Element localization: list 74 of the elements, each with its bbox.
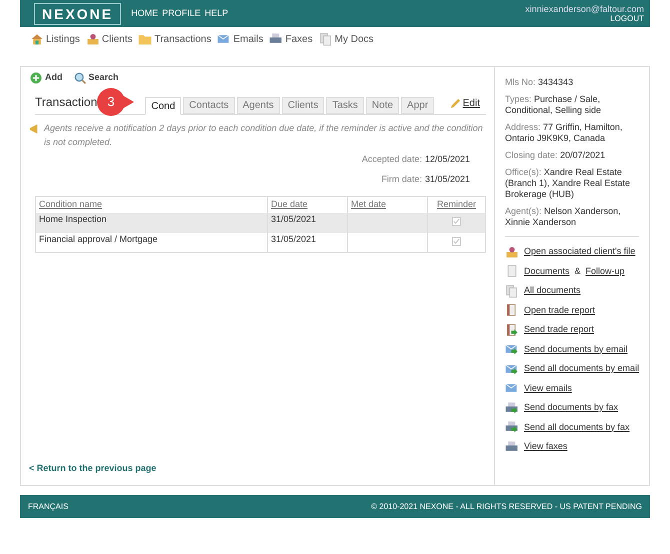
detail-text: Types: Purchase / Sale, Conditional, Selling side <box>505 94 602 116</box>
printer-icon <box>505 440 519 454</box>
megaphone-icon <box>29 124 40 134</box>
printer-arrow-icon <box>505 420 519 434</box>
detail-text: Mls No: 3434343 <box>505 77 574 88</box>
callout-pointer-icon <box>122 95 134 109</box>
menu-link[interactable]: PROFILE <box>162 6 201 20</box>
action-link[interactable]: Follow-up <box>586 264 625 278</box>
tab[interactable]: Appr <box>401 97 434 114</box>
person-icon <box>86 32 100 46</box>
house-icon <box>30 32 44 46</box>
action-link[interactable]: Send documents by fax <box>524 401 618 414</box>
tab[interactable]: Contacts <box>183 97 235 114</box>
tab[interactable]: Agents <box>236 97 280 114</box>
date-value: 31/05/2021 <box>424 172 470 186</box>
detail-text: Agent(s): Nelson Xanderson, Xinnie Xanderson <box>505 206 622 228</box>
nav-link[interactable]: Listings <box>30 32 80 46</box>
printer-icon <box>269 32 284 46</box>
nav-link[interactable]: Transactions <box>138 32 212 46</box>
notice-text: Agents receive a notification 2 days prior to each condition due date, if the reminder is active and the condition is not completed. <box>44 122 484 149</box>
user-email: xinniexanderson@faltour.com <box>525 4 644 14</box>
action-link[interactable]: Send documents by email <box>524 342 628 356</box>
section-title: Transaction <box>35 94 98 111</box>
action-link[interactable]: Send all documents by email <box>524 362 640 376</box>
documents-icon <box>505 284 519 298</box>
action-link[interactable]: Documents <box>524 264 570 278</box>
copyright-text: © 2010-2021 NEXONE - ALL RIGHTS RESERVED - US PATENT PENDING <box>371 500 642 512</box>
table-row[interactable]: Financial approval / Mortgage 31/05/2021 <box>36 232 486 252</box>
action-link[interactable]: Open associated client's file <box>524 245 636 258</box>
joiner-text: & <box>574 264 581 278</box>
person-icon <box>505 244 519 259</box>
nav-link[interactable]: My Docs <box>318 32 374 46</box>
search-icon <box>72 71 86 85</box>
tab[interactable]: Cond <box>145 97 182 115</box>
logo[interactable]: NEXONE <box>34 2 122 24</box>
pencil-icon <box>450 98 461 109</box>
table-cell: Financial approval / Mortgage <box>36 232 268 252</box>
date-label: Accepted date: <box>362 153 422 166</box>
detail-text: Closing date: 20/07/2021 <box>505 150 606 161</box>
nav-link[interactable]: Faxes <box>269 32 313 46</box>
report-arrow-icon <box>505 322 519 337</box>
detail-text: Office(s): Xandre Real Estate (Branch 1), Xandre Real Estate Brokerage (HUB) <box>505 167 632 200</box>
envelope-icon <box>217 32 232 46</box>
menu-link[interactable]: HELP <box>204 6 228 20</box>
edit-link[interactable]: Edit <box>450 96 480 111</box>
tab[interactable]: Note <box>366 97 400 114</box>
reminder-checkbox[interactable] <box>452 236 461 246</box>
document-icon <box>505 264 519 278</box>
printer-arrow-icon <box>505 400 519 415</box>
action-link[interactable]: All documents <box>524 284 581 298</box>
table-cell: 31/05/2021 <box>268 232 348 252</box>
date-value: 12/05/2021 <box>424 153 470 166</box>
action-link[interactable]: View emails <box>524 382 572 395</box>
action-link[interactable]: Open trade report <box>524 304 596 317</box>
toolbar-button[interactable]: Search <box>72 71 119 85</box>
plus-icon <box>29 71 43 85</box>
action-link[interactable]: Send all documents by fax <box>524 420 630 434</box>
language-link[interactable]: FRANÇAIS <box>28 500 68 512</box>
detail-text: Address: 77 Griffin, Hamilton, Ontario J9K9K9, Canada <box>505 122 624 144</box>
reminder-checkbox[interactable] <box>452 216 461 226</box>
menu-link[interactable]: HOME <box>131 6 158 20</box>
table-row[interactable]: Home Inspection 31/05/2021 <box>36 212 486 232</box>
action-link[interactable]: View faxes <box>524 440 568 454</box>
toolbar-button[interactable]: Add <box>29 71 62 85</box>
documents-icon <box>318 32 333 46</box>
tab[interactable]: Tasks <box>326 97 364 114</box>
logout-link[interactable]: LOGOUT <box>610 14 644 24</box>
back-link[interactable]: < Return to the previous page <box>29 462 486 475</box>
nav-link[interactable]: Emails <box>217 32 264 46</box>
date-label: Firm date: <box>381 172 422 186</box>
action-link[interactable]: Send trade report <box>524 323 594 336</box>
nav-link[interactable]: Clients <box>86 32 132 46</box>
tab[interactable]: Clients <box>282 97 324 114</box>
folder-icon <box>138 32 152 46</box>
